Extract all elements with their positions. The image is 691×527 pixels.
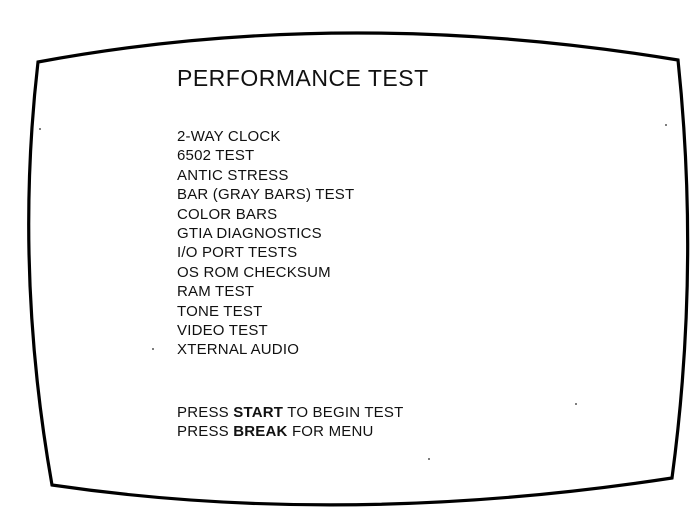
start-key-label: START [233, 404, 284, 421]
screen-title: PERFORMANCE TEST [177, 65, 429, 91]
crt-screen: PERFORMANCE TEST 2-WAY CLOCK 6502 TEST A… [0, 0, 691, 527]
break-prompt-prefix: PRESS [177, 423, 234, 440]
screen-speck [39, 128, 41, 130]
menu-item-bar-test: BAR (GRAY BARS) TEST [177, 186, 355, 204]
menu-item-os-rom-checksum: OS ROM CHECKSUM [177, 263, 331, 281]
test-menu: 2-WAY CLOCK 6502 TEST ANTIC STRESS BAR (… [177, 127, 354, 360]
prompt-block: PRESS START TO BEGIN TEST PRESS BREAK FO… [177, 403, 403, 441]
screen-speck [575, 403, 577, 405]
menu-item-6502-test: 6502 TEST [177, 147, 255, 165]
break-prompt: PRESS BREAK FOR MENU [177, 422, 403, 441]
menu-item-gtia-diagnostics: GTIA DIAGNOSTICS [177, 224, 322, 242]
menu-item-video-test: VIDEO TEST [177, 321, 268, 339]
menu-item-2-way-clock: 2-WAY CLOCK [177, 128, 281, 145]
screen-speck [665, 124, 667, 126]
break-key-label: BREAK [233, 423, 288, 440]
start-prompt-suffix: TO BEGIN TEST [283, 404, 404, 421]
menu-item-tone-test: TONE TEST [177, 302, 263, 320]
start-prompt: PRESS START TO BEGIN TEST [177, 403, 403, 422]
screen-speck [428, 458, 430, 460]
menu-item-xternal-audio: XTERNAL AUDIO [177, 341, 300, 359]
menu-item-ram-test: RAM TEST [177, 283, 255, 301]
start-prompt-prefix: PRESS [177, 404, 234, 421]
menu-item-color-bars: COLOR BARS [177, 205, 278, 223]
menu-item-io-port-tests: I/O PORT TESTS [177, 244, 298, 262]
screen-speck [152, 348, 154, 350]
menu-item-antic-stress: ANTIC STRESS [177, 166, 289, 184]
break-prompt-suffix: FOR MENU [287, 423, 374, 440]
